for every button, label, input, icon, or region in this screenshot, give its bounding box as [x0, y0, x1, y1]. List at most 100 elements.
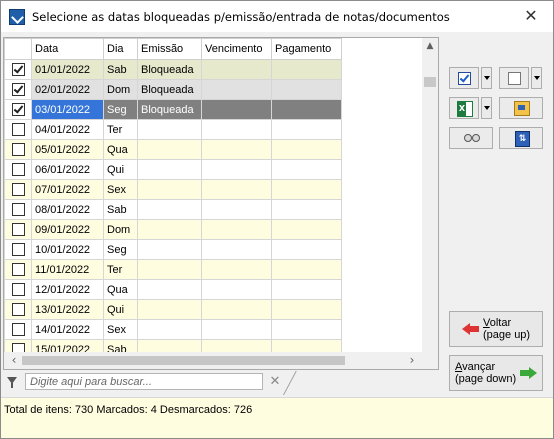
table-row[interactable]: 10/01/2022 Seg	[4, 239, 342, 260]
column-header-pagamento[interactable]: Pagamento	[271, 38, 342, 60]
cell-emissao[interactable]	[137, 279, 202, 300]
cell-date[interactable]: 06/01/2022	[31, 159, 104, 180]
scroll-up-icon[interactable]: ▲	[422, 38, 438, 54]
row-checkbox-cell[interactable]	[4, 299, 32, 320]
cell-day[interactable]: Sab	[103, 59, 138, 80]
row-checkbox[interactable]	[11, 183, 25, 196]
scroll-left-icon[interactable]: ‹	[6, 352, 22, 369]
table-row[interactable]: 07/01/2022 Sex	[4, 179, 342, 200]
table-row[interactable]: 13/01/2022 Qui	[4, 299, 342, 320]
sort-button[interactable]: ⇅	[499, 127, 543, 149]
row-checkbox[interactable]	[11, 303, 25, 316]
cell-pagamento[interactable]	[271, 99, 342, 120]
table-row[interactable]: 06/01/2022 Qui	[4, 159, 342, 180]
column-header-check[interactable]	[4, 38, 32, 60]
cell-date[interactable]: 11/01/2022	[31, 259, 104, 280]
cell-date[interactable]: 08/01/2022	[31, 199, 104, 220]
row-checkbox[interactable]	[11, 243, 25, 256]
cell-date[interactable]: 07/01/2022	[31, 179, 104, 200]
cell-vencimento[interactable]	[201, 99, 272, 120]
cell-vencimento[interactable]	[201, 59, 272, 80]
cell-emissao[interactable]	[137, 319, 202, 340]
cell-vencimento[interactable]	[201, 199, 272, 220]
cell-emissao[interactable]	[137, 199, 202, 220]
cell-date[interactable]: 04/01/2022	[31, 119, 104, 140]
cell-emissao[interactable]: Bloqueada	[137, 79, 202, 100]
table-row[interactable]: 09/01/2022 Dom	[4, 219, 342, 240]
cell-date[interactable]: 05/01/2022	[31, 139, 104, 160]
report-button[interactable]	[499, 97, 543, 119]
row-checkbox[interactable]	[11, 103, 25, 116]
cell-day[interactable]: Qua	[103, 279, 138, 300]
horizontal-scrollbar[interactable]: ‹ ›	[4, 352, 422, 369]
row-checkbox-cell[interactable]	[4, 279, 32, 300]
table-row[interactable]: 01/01/2022 Sab Bloqueada	[4, 59, 342, 80]
cell-pagamento[interactable]	[271, 179, 342, 200]
cell-day[interactable]: Sab	[103, 199, 138, 220]
cell-vencimento[interactable]	[201, 299, 272, 320]
cell-pagamento[interactable]	[271, 159, 342, 180]
cell-pagamento[interactable]	[271, 239, 342, 260]
cell-pagamento[interactable]	[271, 279, 342, 300]
cell-emissao[interactable]	[137, 159, 202, 180]
column-header-dia[interactable]: Dia	[103, 38, 138, 60]
cell-day[interactable]: Ter	[103, 119, 138, 140]
cell-pagamento[interactable]	[271, 219, 342, 240]
cell-day[interactable]: Sex	[103, 319, 138, 340]
excel-export-button[interactable]	[449, 97, 479, 119]
row-checkbox[interactable]	[11, 263, 25, 276]
cell-pagamento[interactable]	[271, 299, 342, 320]
cell-pagamento[interactable]	[271, 59, 342, 80]
row-checkbox-cell[interactable]	[4, 179, 32, 200]
cell-day[interactable]: Dom	[103, 219, 138, 240]
check-all-button[interactable]	[449, 67, 479, 89]
row-checkbox-cell[interactable]	[4, 239, 32, 260]
cell-emissao[interactable]	[137, 299, 202, 320]
cell-emissao[interactable]	[137, 239, 202, 260]
row-checkbox-cell[interactable]	[4, 59, 32, 80]
uncheck-options-dropdown[interactable]	[531, 67, 542, 89]
clear-search-icon[interactable]: ✕	[267, 374, 283, 390]
table-row[interactable]: 14/01/2022 Sex	[4, 319, 342, 340]
cell-vencimento[interactable]	[201, 159, 272, 180]
column-header-vencimento[interactable]: Vencimento	[201, 38, 272, 60]
vertical-scrollbar[interactable]: ▲	[422, 38, 438, 369]
cell-date[interactable]: 02/01/2022	[31, 79, 104, 100]
row-checkbox[interactable]	[11, 123, 25, 136]
cell-date[interactable]: 01/01/2022	[31, 59, 104, 80]
cell-day[interactable]: Sex	[103, 179, 138, 200]
row-checkbox[interactable]	[11, 143, 25, 156]
table-row[interactable]: 11/01/2022 Ter	[4, 259, 342, 280]
cell-pagamento[interactable]	[271, 139, 342, 160]
cell-pagamento[interactable]	[271, 199, 342, 220]
cell-emissao[interactable]	[137, 259, 202, 280]
table-row[interactable]: 12/01/2022 Qua	[4, 279, 342, 300]
cell-vencimento[interactable]	[201, 259, 272, 280]
close-button[interactable]: ✕	[521, 6, 541, 26]
cell-day[interactable]: Qui	[103, 299, 138, 320]
table-row[interactable]: 02/01/2022 Dom Bloqueada	[4, 79, 342, 100]
back-page-up-button[interactable]: Voltar (page up)	[449, 311, 543, 347]
cell-date[interactable]: 09/01/2022	[31, 219, 104, 240]
row-checkbox-cell[interactable]	[4, 79, 32, 100]
row-checkbox[interactable]	[11, 83, 25, 96]
row-checkbox-cell[interactable]	[4, 159, 32, 180]
cell-date[interactable]: 10/01/2022	[31, 239, 104, 260]
scroll-right-icon[interactable]: ›	[404, 352, 420, 369]
cell-vencimento[interactable]	[201, 139, 272, 160]
horizontal-scroll-thumb[interactable]	[22, 356, 345, 365]
cell-date[interactable]: 13/01/2022	[31, 299, 104, 320]
cell-day[interactable]: Seg	[103, 99, 138, 120]
cell-emissao[interactable]	[137, 139, 202, 160]
row-checkbox[interactable]	[11, 223, 25, 236]
cell-pagamento[interactable]	[271, 79, 342, 100]
table-row[interactable]: 04/01/2022 Ter	[4, 119, 342, 140]
cell-vencimento[interactable]	[201, 179, 272, 200]
vertical-scroll-thumb[interactable]	[424, 77, 436, 87]
uncheck-all-button[interactable]	[499, 67, 529, 89]
cell-day[interactable]: Qua	[103, 139, 138, 160]
cell-vencimento[interactable]	[201, 79, 272, 100]
cell-day[interactable]: Qui	[103, 159, 138, 180]
row-checkbox[interactable]	[11, 63, 25, 76]
cell-day[interactable]: Ter	[103, 259, 138, 280]
